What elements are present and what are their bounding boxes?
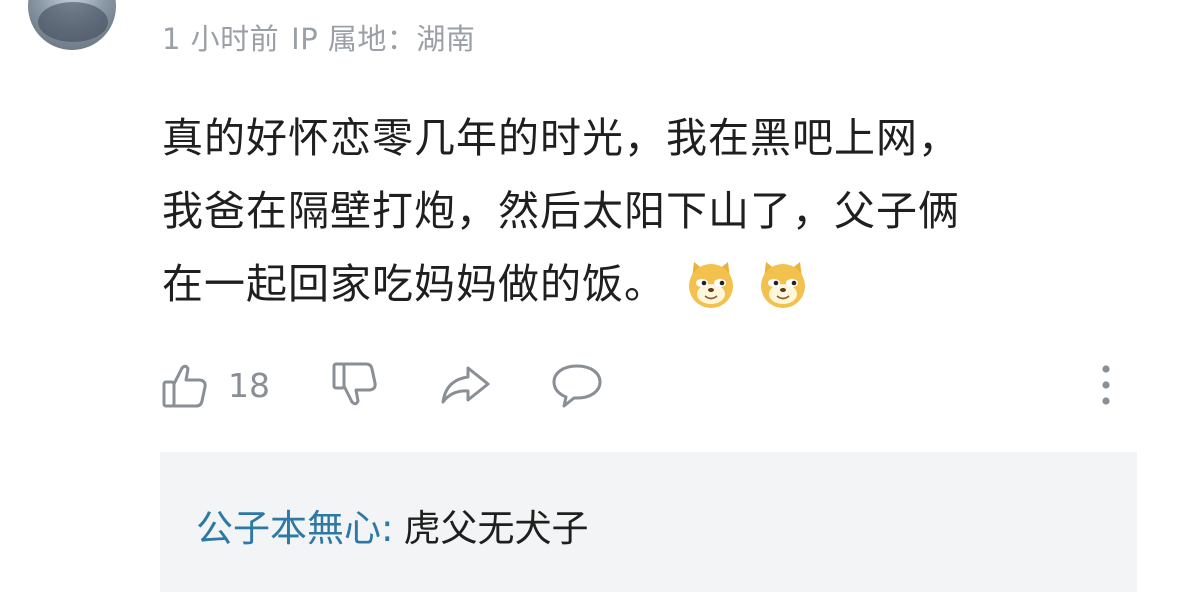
doge-emoji — [756, 256, 810, 310]
reply-username[interactable]: 公子本無心 — [196, 507, 381, 550]
reply-text: 虎父无犬子 — [403, 507, 589, 550]
comment-actions: 18 — [160, 360, 1140, 410]
like-button[interactable]: 18 — [160, 360, 270, 410]
reply-button[interactable] — [550, 360, 604, 410]
reply-separator: : — [381, 507, 394, 550]
comment-line: 真的好怀恋零几年的时光，我在黑吧上网， — [162, 114, 960, 162]
share-button[interactable] — [438, 360, 492, 410]
like-count: 18 — [228, 365, 270, 405]
more-button[interactable] — [1096, 360, 1116, 410]
comment-line-text: 在一起回家吃妈妈做的饭。 — [162, 260, 666, 308]
share-icon — [438, 360, 492, 410]
avatar[interactable] — [28, 0, 116, 50]
comment-ip-location: IP 属地：湖南 — [291, 22, 476, 56]
comment-icon — [550, 360, 604, 410]
more-vertical-icon — [1096, 360, 1116, 410]
thumbs-up-icon — [160, 360, 210, 410]
doge-emoji — [684, 256, 738, 310]
comment-line-last: 在一起回家吃妈妈做的饭。 — [162, 248, 1152, 321]
thumbs-down-icon — [330, 360, 380, 410]
comment-line: 我爸在隔壁打炮，然后太阳下山了，父子俩 — [162, 187, 960, 235]
comment-text: 真的好怀恋零几年的时光，我在黑吧上网， 我爸在隔壁打炮，然后太阳下山了，父子俩 … — [162, 102, 1152, 321]
dislike-button[interactable] — [330, 360, 380, 410]
comment-time: 1 小时前 — [162, 22, 280, 56]
reply-item: 公子本無心: 虎父无犬子 — [196, 498, 588, 552]
reply-preview[interactable]: 公子本無心: 虎父无犬子 — [160, 452, 1137, 592]
comment-meta: 1 小时前 IP 属地：湖南 — [162, 16, 475, 58]
